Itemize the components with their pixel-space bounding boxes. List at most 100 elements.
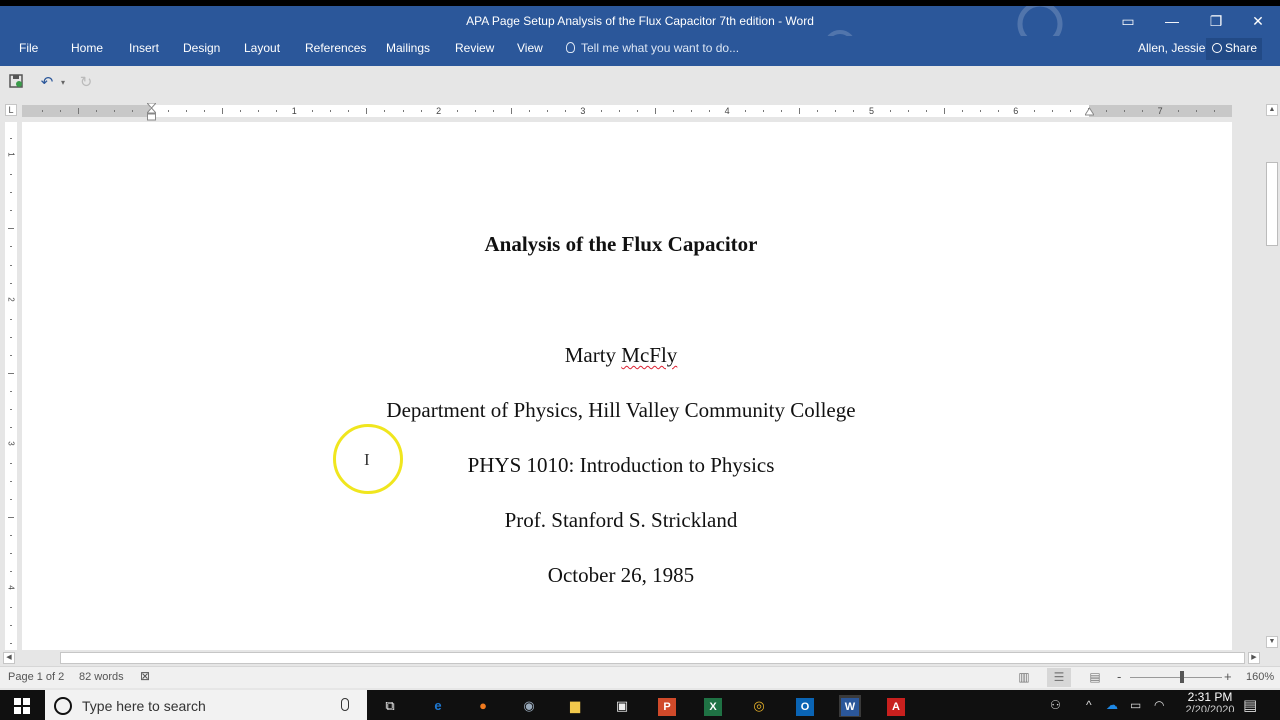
ruler-tick: [817, 110, 819, 112]
ruler-tick: [1033, 110, 1035, 112]
word-count[interactable]: 82 words: [79, 671, 124, 683]
taskbar-app-powerpoint[interactable]: P: [656, 695, 678, 717]
vertical-ruler[interactable]: 1 2 3 4: [5, 122, 17, 652]
ruler-tick: [1178, 110, 1180, 112]
ruler-tick: [384, 110, 386, 112]
scroll-right-button[interactable]: ▶: [1248, 652, 1260, 664]
scroll-up-button[interactable]: ▲: [1266, 104, 1278, 116]
tab-layout[interactable]: Layout: [242, 41, 282, 55]
vertical-scroll-thumb[interactable]: [1266, 162, 1278, 246]
share-button[interactable]: Share: [1206, 38, 1262, 60]
taskbar-app-word[interactable]: W: [839, 695, 861, 717]
tab-insert[interactable]: Insert: [127, 41, 161, 55]
page-count[interactable]: Page 1 of 2: [8, 671, 64, 683]
action-center-icon[interactable]: ▤: [1243, 696, 1257, 714]
taskbar-search[interactable]: Type here to search: [45, 690, 367, 720]
read-mode-button[interactable]: ▥: [1012, 668, 1036, 687]
show-hidden-icons-chevron-icon[interactable]: ^: [1086, 698, 1092, 712]
author-last-name-misspelled[interactable]: McFly: [621, 343, 677, 367]
ruler-tick: [1142, 110, 1144, 112]
restore-button[interactable]: ❐: [1196, 10, 1236, 34]
ruler-tick: [997, 110, 999, 112]
tab-references[interactable]: References: [303, 41, 368, 55]
horizontal-scrollbar[interactable]: ◀ ▶: [0, 650, 1264, 666]
page-icon: ☰: [1053, 670, 1065, 684]
save-icon: [9, 74, 23, 88]
zoom-in-button[interactable]: +: [1224, 669, 1232, 684]
taskbar-app-edge[interactable]: e: [427, 695, 449, 717]
undo-dropdown[interactable]: ▾: [54, 74, 72, 92]
chrome-icon: ◎: [753, 698, 765, 713]
tab-mailings[interactable]: Mailings: [384, 41, 432, 55]
taskbar-app-acrobat[interactable]: A: [885, 695, 907, 717]
taskbar-app-snip[interactable]: ▣: [611, 695, 633, 717]
taskbar-app-cortana[interactable]: ◉: [518, 695, 540, 717]
affiliation[interactable]: Department of Physics, Hill Valley Commu…: [22, 398, 1220, 423]
battery-icon[interactable]: ▭: [1130, 698, 1141, 712]
zoom-slider-thumb[interactable]: [1180, 671, 1184, 683]
person-icon: [1212, 43, 1222, 53]
search-placeholder: Type here to search: [82, 698, 206, 714]
ruler-number: 1: [291, 106, 297, 116]
ruler-tick: [258, 110, 260, 112]
ruler-tick: [781, 110, 783, 112]
horizontal-ruler[interactable]: 1 2 3 4 5 6 7: [22, 105, 1232, 117]
right-indent-marker[interactable]: [1085, 106, 1094, 116]
edge-icon: e: [434, 698, 442, 713]
save-button[interactable]: [7, 74, 25, 92]
clock[interactable]: 2:31 PM 2/20/2020: [1180, 690, 1240, 712]
ruler-tick: [10, 480, 12, 482]
taskbar-app-outlook[interactable]: O: [794, 695, 816, 717]
author-name[interactable]: Marty McFly: [22, 343, 1220, 368]
web-layout-button[interactable]: ▤: [1083, 668, 1107, 687]
horizontal-scroll-thumb[interactable]: [60, 652, 1245, 664]
people-icon[interactable]: ⚇: [1050, 698, 1061, 712]
taskbar-app-chrome[interactable]: ◎: [748, 695, 770, 717]
course[interactable]: PHYS 1010: Introduction to Physics: [22, 453, 1220, 478]
due-date[interactable]: October 26, 1985: [22, 563, 1220, 588]
ruler-tick: [10, 336, 12, 338]
task-view-button[interactable]: ⧉: [379, 695, 401, 717]
tab-home[interactable]: Home: [69, 41, 105, 55]
tab-view[interactable]: View: [515, 41, 545, 55]
onedrive-icon[interactable]: ☁: [1106, 698, 1118, 712]
taskbar-app-file-explorer[interactable]: ▆: [564, 695, 586, 717]
tab-file[interactable]: File: [17, 41, 40, 55]
proofing-icon[interactable]: ⊠: [140, 669, 150, 683]
wifi-icon[interactable]: ◠: [1154, 698, 1164, 712]
minimize-button[interactable]: —: [1152, 10, 1192, 34]
ribbon-display-options-button[interactable]: ▭: [1108, 10, 1148, 34]
user-account[interactable]: Allen, Jessie: [1138, 41, 1205, 55]
ruler-tick: [10, 499, 12, 500]
tell-me-search[interactable]: Tell me what you want to do...: [566, 41, 739, 55]
chevron-down-icon: ▾: [60, 78, 65, 87]
document-page[interactable]: Analysis of the Flux Capacitor Marty McF…: [22, 122, 1232, 652]
indent-marker[interactable]: [147, 103, 156, 121]
scroll-left-button[interactable]: ◀: [3, 652, 15, 664]
tab-review[interactable]: Review: [453, 41, 496, 55]
taskbar-app-firefox[interactable]: ●: [472, 695, 494, 717]
ruler-tick: [8, 517, 14, 519]
zoom-slider[interactable]: [1130, 677, 1222, 678]
redo-button[interactable]: ↻: [77, 74, 95, 92]
ruler-tick: [853, 110, 855, 112]
tab-design[interactable]: Design: [181, 41, 222, 55]
start-button[interactable]: [14, 698, 30, 714]
taskbar-app-excel[interactable]: X: [702, 695, 724, 717]
instructor[interactable]: Prof. Stanford S. Strickland: [22, 508, 1220, 533]
file-explorer-icon: ▆: [570, 698, 580, 713]
vertical-scrollbar[interactable]: ▲ ▼: [1264, 102, 1280, 650]
ruler-tick: [366, 108, 368, 114]
close-icon: ✕: [1252, 13, 1264, 29]
ruler-tick: [10, 535, 12, 537]
close-button[interactable]: ✕: [1238, 10, 1278, 34]
microphone-icon[interactable]: [341, 698, 349, 711]
ruler-tick: [10, 426, 12, 428]
arrow-down-icon: ▼: [1268, 638, 1276, 645]
zoom-out-button[interactable]: -: [1117, 669, 1121, 684]
zoom-level[interactable]: 160%: [1246, 671, 1274, 683]
paper-title[interactable]: Analysis of the Flux Capacitor: [22, 232, 1220, 257]
tab-selector[interactable]: L: [5, 104, 17, 116]
print-layout-button[interactable]: ☰: [1047, 668, 1071, 687]
scroll-down-button[interactable]: ▼: [1266, 636, 1278, 648]
